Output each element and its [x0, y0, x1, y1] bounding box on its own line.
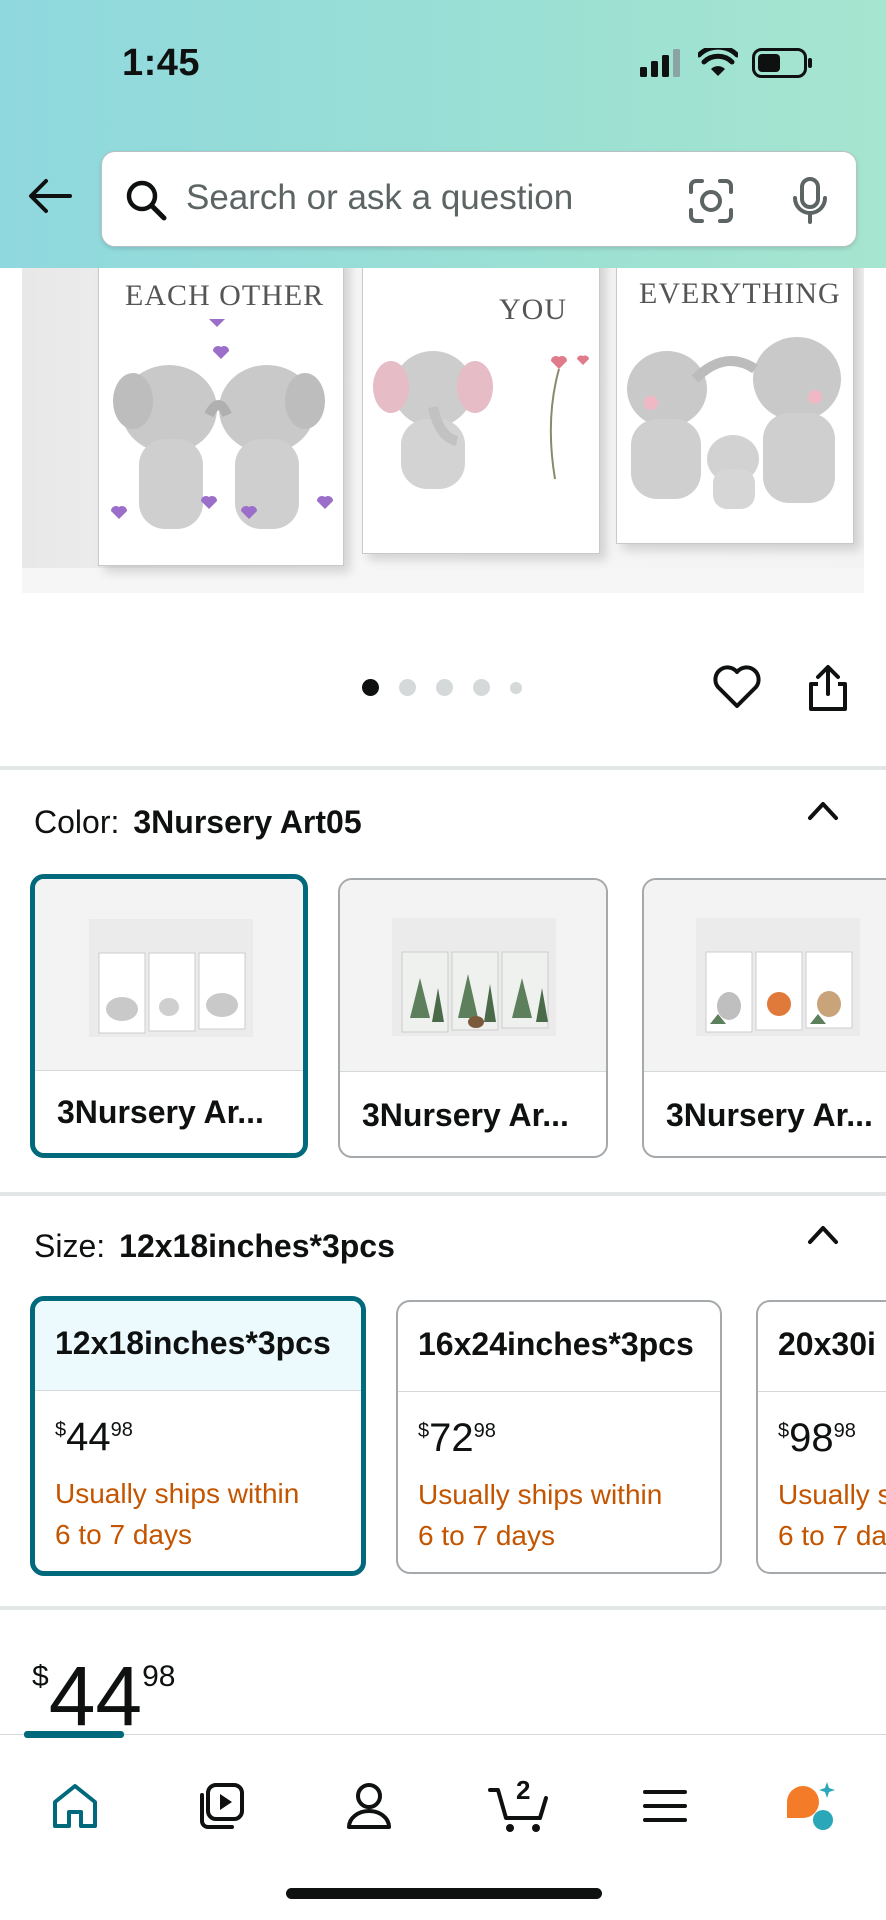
size-option-header: 16x24inches*3pcs	[398, 1302, 720, 1392]
color-thumbnail	[35, 879, 303, 1071]
canvas-text-3: EVERYTHING	[639, 277, 841, 310]
canvas-text-1: EACH OTHER	[125, 279, 325, 312]
video-icon	[200, 1783, 244, 1829]
color-option-1[interactable]: 3Nursery Ar...	[30, 874, 308, 1158]
size-section-label: Size: 12x18inches*3pcs	[34, 1228, 395, 1265]
shipping-line-1: Usually ships within	[418, 1479, 663, 1510]
color-selected-value: 3Nursery Art05	[133, 804, 362, 840]
carousel-dot-4[interactable]	[473, 679, 490, 696]
shipping-line-2: 6 to 7 days	[55, 1519, 192, 1550]
menu-icon	[643, 1790, 687, 1822]
shipping-note: Usually ships within 6 to 7 days	[55, 1473, 299, 1555]
price-cents: 98	[142, 1660, 176, 1693]
divider	[0, 1606, 886, 1610]
microphone-icon[interactable]	[790, 176, 830, 226]
shipping-line-1: Usually ships within	[55, 1478, 300, 1509]
color-option-label: 3Nursery Ar...	[362, 1097, 569, 1133]
color-thumbnail	[340, 880, 606, 1072]
size-option-title: 12x18inches*3pcs	[55, 1325, 331, 1361]
color-section-label: Color: 3Nursery Art05	[34, 804, 362, 841]
account-icon	[347, 1783, 391, 1829]
color-option-2[interactable]: 3Nursery Ar...	[338, 878, 608, 1158]
carousel-dots[interactable]	[362, 679, 522, 696]
active-tab-indicator	[24, 1731, 124, 1738]
animals-thumbnail	[696, 918, 860, 1036]
size-option-price: $9898	[778, 1416, 856, 1460]
price-cents: 98	[110, 1419, 133, 1441]
size-option-1[interactable]: 12x18inches*3pcs $4498 Usually ships wit…	[30, 1296, 366, 1576]
canvas-print-2: YOU	[362, 268, 600, 554]
chevron-up-icon[interactable]	[806, 798, 840, 822]
nursery-elephant-thumbnail	[89, 919, 253, 1037]
status-icons	[640, 48, 814, 78]
rufus-icon	[787, 1782, 835, 1830]
search-icon	[126, 180, 167, 221]
elephants-illustration	[111, 319, 333, 529]
carousel-dot-5[interactable]	[510, 681, 522, 694]
woodland-thumbnail	[392, 918, 556, 1036]
chevron-up-icon[interactable]	[806, 1222, 840, 1246]
price-currency: $	[32, 1660, 49, 1693]
canvas-text-2: YOU	[499, 293, 567, 326]
status-time: 1:45	[122, 42, 201, 84]
baby-elephant-illustration	[373, 351, 589, 489]
nav-account[interactable]	[334, 1771, 404, 1841]
size-option-price: $4498	[55, 1415, 133, 1459]
carousel-dot-2[interactable]	[399, 679, 416, 696]
wifi-icon	[698, 48, 738, 76]
shipping-note: Usually s 6 to 7 da	[778, 1474, 886, 1556]
home-icon	[53, 1784, 97, 1828]
size-option-2[interactable]: 16x24inches*3pcs $7298 Usually ships wit…	[396, 1300, 722, 1574]
cart-count-badge: 2	[516, 1775, 531, 1805]
camera-lens-icon[interactable]	[688, 178, 734, 224]
cellular-signal-icon	[640, 49, 680, 77]
color-option-label: 3Nursery Ar...	[666, 1097, 873, 1133]
heart-icon[interactable]	[712, 664, 762, 710]
size-option-title: 16x24inches*3pcs	[418, 1326, 694, 1362]
shipping-note: Usually ships within 6 to 7 days	[418, 1474, 662, 1556]
color-option-label: 3Nursery Ar...	[57, 1094, 264, 1130]
price-cents: 98	[833, 1420, 856, 1442]
divider	[0, 1192, 886, 1196]
canvas-print-1: EACH OTHER	[98, 268, 344, 566]
size-option-title: 20x30i	[778, 1326, 876, 1362]
carousel-dot-3[interactable]	[436, 679, 453, 696]
shipping-line-1: Usually s	[778, 1479, 886, 1510]
canvas-print-3: EVERYTHING	[616, 268, 854, 544]
elephant-family-illustration	[627, 337, 841, 509]
color-thumbnail	[644, 880, 886, 1072]
nav-video[interactable]	[186, 1771, 256, 1841]
search-placeholder: Search or ask a question	[186, 178, 574, 217]
divider	[0, 766, 886, 770]
price-whole: 98	[789, 1416, 834, 1460]
price-cents: 98	[473, 1420, 496, 1442]
size-option-3[interactable]: 20x30i $9898 Usually s 6 to 7 da	[756, 1300, 886, 1574]
home-indicator[interactable]	[286, 1888, 602, 1899]
color-label: Color:	[34, 804, 120, 840]
size-option-header: 12x18inches*3pcs	[35, 1301, 361, 1391]
price-whole: 44	[66, 1415, 111, 1459]
back-arrow-icon[interactable]	[26, 172, 74, 220]
share-icon[interactable]	[806, 664, 850, 712]
size-label: Size:	[34, 1228, 106, 1264]
battery-icon	[752, 48, 812, 78]
price-whole: 44	[48, 1649, 143, 1743]
product-image[interactable]: EACH OTHER YOU EVERYTHING	[22, 268, 864, 593]
nav-cart[interactable]: 2	[480, 1771, 560, 1841]
header: 1:45 Search or ask a question	[0, 0, 886, 268]
nav-home[interactable]	[40, 1771, 110, 1841]
size-option-header: 20x30i	[758, 1302, 886, 1392]
carousel-dot-1[interactable]	[362, 679, 379, 696]
search-input[interactable]: Search or ask a question	[101, 151, 857, 247]
nav-rufus[interactable]	[776, 1771, 846, 1841]
price-whole: 72	[429, 1416, 474, 1460]
size-option-price: $7298	[418, 1416, 496, 1460]
shipping-line-2: 6 to 7 days	[418, 1520, 555, 1551]
color-option-3[interactable]: 3Nursery Ar...	[642, 878, 886, 1158]
nav-menu[interactable]	[630, 1771, 700, 1841]
size-selected-value: 12x18inches*3pcs	[119, 1228, 395, 1264]
shipping-line-2: 6 to 7 da	[778, 1520, 886, 1551]
